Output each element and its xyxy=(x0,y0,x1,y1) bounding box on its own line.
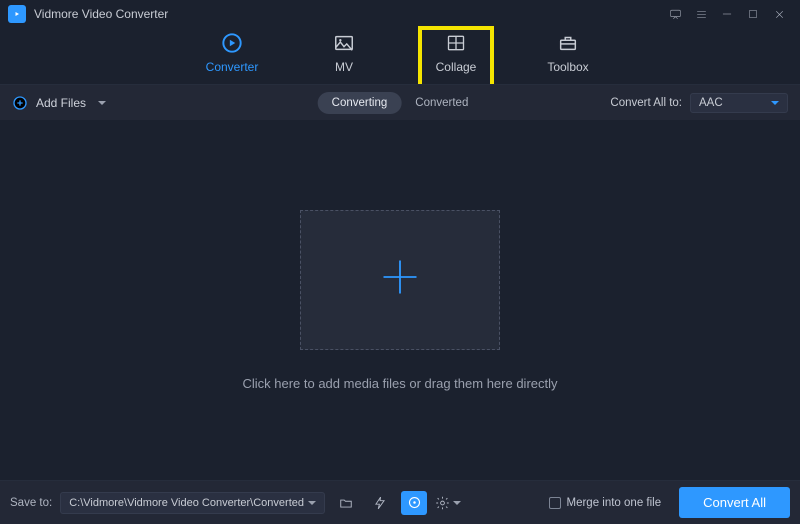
toolbox-icon xyxy=(556,32,580,54)
tab-label: Toolbox xyxy=(547,60,588,74)
tab-label: Collage xyxy=(436,60,477,74)
app-title: Vidmore Video Converter xyxy=(34,7,168,21)
checkbox-box xyxy=(549,497,561,509)
mv-icon xyxy=(332,32,356,54)
tab-mv[interactable]: MV xyxy=(312,32,376,84)
chevron-down-icon xyxy=(453,501,461,505)
format-selected-value: AAC xyxy=(699,97,723,109)
subtab-converted[interactable]: Converted xyxy=(401,92,482,114)
close-button[interactable] xyxy=(766,4,792,24)
save-to-label: Save to: xyxy=(10,497,52,509)
convert-all-button[interactable]: Convert All xyxy=(679,487,790,518)
app-logo xyxy=(8,5,26,23)
tab-toolbox[interactable]: Toolbox xyxy=(536,32,600,84)
chevron-down-icon xyxy=(308,501,316,505)
open-folder-button[interactable] xyxy=(333,491,359,515)
output-format-select[interactable]: AAC xyxy=(690,93,788,113)
chevron-down-icon xyxy=(771,101,779,105)
save-path-select[interactable]: C:\Vidmore\Vidmore Video Converter\Conve… xyxy=(60,492,325,514)
menu-icon[interactable] xyxy=(688,4,714,24)
tab-label: MV xyxy=(335,60,353,74)
tab-converter[interactable]: Converter xyxy=(200,32,264,84)
save-path-value: C:\Vidmore\Vidmore Video Converter\Conve… xyxy=(69,497,304,509)
gpu-accel-button[interactable] xyxy=(367,491,393,515)
merge-label: Merge into one file xyxy=(567,497,662,509)
add-files-button[interactable]: Add Files xyxy=(12,95,106,111)
settings-button[interactable] xyxy=(435,491,461,515)
merge-into-one-file-checkbox[interactable]: Merge into one file xyxy=(549,497,662,509)
plus-icon xyxy=(378,255,422,304)
convert-all-to-label: Convert All to: xyxy=(610,97,682,109)
high-speed-toggle[interactable] xyxy=(401,491,427,515)
feedback-icon[interactable] xyxy=(662,4,688,24)
add-files-label: Add Files xyxy=(36,96,86,110)
tab-label: Converter xyxy=(206,60,259,74)
subtab-converting[interactable]: Converting xyxy=(318,92,402,114)
dropzone-hint: Click here to add media files or drag th… xyxy=(242,376,557,391)
chevron-down-icon xyxy=(98,101,106,105)
converter-icon xyxy=(219,32,245,54)
minimize-button[interactable] xyxy=(714,4,740,24)
tab-collage[interactable]: Collage xyxy=(424,32,488,84)
add-media-dropzone[interactable] xyxy=(300,210,500,350)
collage-icon xyxy=(444,32,468,54)
maximize-button[interactable] xyxy=(740,4,766,24)
